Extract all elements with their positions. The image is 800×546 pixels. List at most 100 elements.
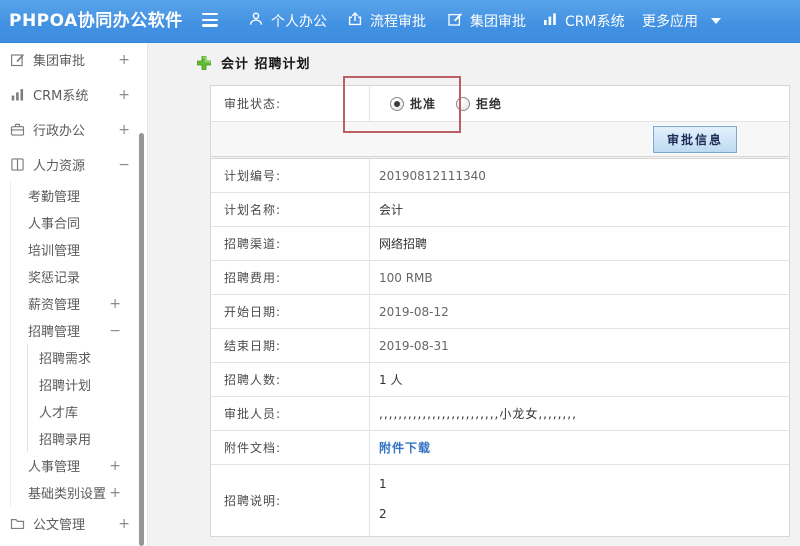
approval-info-button[interactable]: 审批信息	[652, 125, 737, 153]
sidebar-item-personnel[interactable]: 人事管理 +	[11, 452, 147, 479]
expand-toggle[interactable]: +	[118, 87, 130, 103]
description-line: 1	[379, 477, 387, 491]
table-row: 招聘渠道: 网络招聘	[211, 227, 789, 261]
book-icon	[10, 157, 25, 172]
radio-reject[interactable]	[456, 96, 471, 111]
nav-more-apps[interactable]: 更多应用	[642, 0, 721, 42]
sidebar-label: 人才库	[39, 406, 79, 421]
table-row: 审批人员: ,,,,,,,,,,,,,,,,,,,,,,,,,小龙女,,,,,,…	[211, 397, 789, 431]
sidebar-label: 招聘录用	[39, 433, 92, 448]
sidebar-item-admin-office[interactable]: 行政办公 +	[0, 112, 147, 147]
field-value: 2019-08-31	[379, 338, 449, 353]
sidebar-label: 奖惩记录	[28, 271, 81, 286]
field-value: 网络招聘	[379, 237, 428, 251]
expand-toggle[interactable]: +	[118, 516, 130, 532]
main-content: 会计 招聘计划 审批状态: 批准 拒绝 审批信息 计划编号: 201908121…	[148, 42, 800, 546]
sidebar-item-recruit-plan[interactable]: 招聘计划	[28, 371, 147, 398]
sidebar-item-recruit-hire[interactable]: 招聘录用	[28, 425, 147, 452]
sidebar-label: 人力资源	[33, 159, 86, 174]
table-row: 开始日期: 2019-08-12	[211, 295, 789, 329]
expand-toggle[interactable]: +	[109, 485, 121, 501]
top-navigation-bar: PHPOA协同办公软件 个人办公 流程审批 集团审批 CRM系统 更多应用	[0, 0, 800, 43]
table-row: 招聘说明: 1 2	[211, 465, 789, 536]
sidebar-label: 薪资管理	[28, 298, 81, 313]
chart-icon	[542, 11, 558, 31]
sidebar-label: CRM系统	[33, 89, 89, 104]
sidebar-item-documents[interactable]: 公文管理 +	[0, 506, 147, 541]
field-value: 会计	[379, 203, 404, 217]
radio-approve-label: 批准	[410, 97, 437, 111]
sidebar-item-talent-pool[interactable]: 人才库	[28, 398, 147, 425]
sidebar: 集团审批 + CRM系统 + 行政办公 + 人力资源 − 考勤管理 人事合同 培…	[0, 42, 148, 546]
expand-toggle[interactable]: +	[109, 458, 121, 474]
menu-toggle-button[interactable]	[202, 13, 220, 29]
field-label: 招聘说明:	[211, 465, 370, 536]
nav-label: 更多应用	[642, 14, 698, 30]
field-label: 计划名称:	[211, 193, 370, 226]
sidebar-item-recruitment[interactable]: 招聘管理 −	[11, 317, 147, 344]
approval-status-table: 审批状态: 批准 拒绝 审批信息	[210, 85, 790, 157]
sidebar-label: 培训管理	[28, 244, 81, 259]
user-icon	[248, 11, 264, 31]
table-row: 计划名称: 会计	[211, 193, 789, 227]
sidebar-item-salary[interactable]: 薪资管理 +	[11, 290, 147, 317]
page-title: 会计 招聘计划	[196, 53, 311, 72]
sidebar-item-base-category[interactable]: 基础类别设置 +	[11, 479, 147, 506]
sidebar-scrollbar[interactable]	[139, 133, 144, 546]
expand-toggle[interactable]: −	[109, 323, 121, 339]
sidebar-item-recruit-demand[interactable]: 招聘需求	[28, 344, 147, 371]
plus-icon	[196, 55, 212, 71]
table-row: 招聘人数: 1 人	[211, 363, 789, 397]
sidebar-item-rewards[interactable]: 奖惩记录	[11, 263, 147, 290]
sidebar-label: 基础类别设置	[28, 487, 107, 502]
workflow-icon	[347, 11, 363, 31]
sidebar-item-group-approval[interactable]: 集团审批 +	[0, 42, 147, 77]
sidebar-label: 集团审批	[33, 54, 86, 69]
sidebar-label: 行政办公	[33, 124, 86, 139]
field-value: 100 RMB	[379, 270, 433, 285]
nav-label: 集团审批	[470, 14, 526, 30]
radio-approve[interactable]	[390, 96, 404, 111]
field-value-approvers: ,,,,,,,,,,,,,,,,,,,,,,,,,小龙女,,,,,,,,	[379, 407, 577, 421]
toolbar-row: 审批信息	[211, 122, 789, 156]
page-title-text: 会计 招聘计划	[221, 57, 311, 72]
field-value: 1 人	[379, 373, 403, 387]
expand-toggle[interactable]: +	[118, 52, 130, 68]
recruitment-submenu-group: 招聘需求 招聘计划 人才库 招聘录用	[27, 344, 147, 452]
field-label: 开始日期:	[211, 295, 370, 328]
sidebar-label: 招聘计划	[39, 379, 92, 394]
attachment-download-link[interactable]: 附件下载	[379, 439, 431, 456]
nav-workflow-approval[interactable]: 流程审批	[347, 0, 426, 42]
sidebar-item-human-resources[interactable]: 人力资源 −	[0, 147, 147, 182]
nav-personal-office[interactable]: 个人办公	[248, 0, 327, 42]
approval-status-row: 审批状态: 批准 拒绝	[211, 86, 789, 122]
approval-options: 批准 拒绝	[370, 86, 789, 121]
app-logo: PHPOA协同办公软件	[9, 11, 183, 31]
radio-reject-label: 拒绝	[476, 97, 503, 111]
expand-toggle[interactable]: +	[109, 296, 121, 312]
table-row: 招聘费用: 100 RMB	[211, 261, 789, 295]
briefcase-icon	[10, 122, 25, 137]
field-value: 2019-08-12	[379, 304, 449, 319]
table-row: 附件文档: 附件下载	[211, 431, 789, 465]
sidebar-item-attendance[interactable]: 考勤管理	[11, 182, 147, 209]
sidebar-item-training[interactable]: 培训管理	[11, 236, 147, 263]
sidebar-item-vehicles[interactable]: 用车管理 +	[0, 541, 147, 546]
field-label: 结束日期:	[211, 329, 370, 362]
sidebar-item-hr-contract[interactable]: 人事合同	[11, 209, 147, 236]
field-label: 审批人员:	[211, 397, 370, 430]
expand-toggle[interactable]: −	[118, 157, 130, 173]
expand-toggle[interactable]: +	[118, 122, 130, 138]
nav-crm-system[interactable]: CRM系统	[542, 0, 625, 42]
nav-group-approval[interactable]: 集团审批	[447, 0, 526, 42]
sidebar-label: 人事管理	[28, 460, 81, 475]
field-label: 计划编号:	[211, 159, 370, 192]
sidebar-item-crm[interactable]: CRM系统 +	[0, 77, 147, 112]
field-label: 招聘费用:	[211, 261, 370, 294]
nav-label: 个人办公	[271, 14, 327, 30]
sidebar-label: 公文管理	[33, 518, 86, 533]
description-line: 2	[379, 507, 387, 521]
nav-label: CRM系统	[565, 14, 625, 30]
plan-details-table: 计划编号: 20190812111340 计划名称: 会计 招聘渠道: 网络招聘…	[210, 158, 790, 537]
caret-down-icon	[711, 18, 721, 24]
